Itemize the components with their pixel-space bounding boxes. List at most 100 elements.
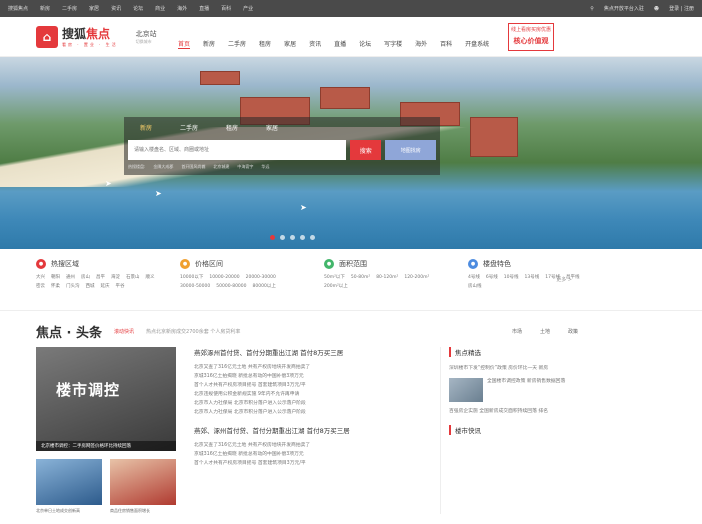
nav-item[interactable]: 百科 — [440, 39, 452, 49]
search-icon[interactable]: ⚲ — [590, 6, 594, 12]
filter-item[interactable]: 海淀 — [111, 275, 120, 281]
nav-item[interactable]: 直播 — [334, 39, 346, 49]
filter-item[interactable]: 20000-30000 — [246, 275, 276, 281]
top-nav-item[interactable]: 搜狐焦点 — [8, 5, 28, 12]
hot-item[interactable]: 中海寰宇 — [237, 164, 253, 170]
tab-home[interactable]: 家居 — [266, 123, 278, 132]
news-link[interactable]: 北京市人力社保局 北京市积分落户进入公示落户阶段 — [194, 408, 394, 417]
tab-new-house[interactable]: 新房 — [140, 123, 152, 132]
filter-item[interactable]: 怀柔 — [51, 284, 60, 290]
tab-second-hand[interactable]: 二手房 — [180, 123, 198, 132]
filter-item[interactable]: 密云 — [36, 284, 45, 290]
headline[interactable]: 燕郊、涿州首付贷、首付分期重出江湖 首付8万买三居 — [194, 425, 394, 435]
filter-item[interactable]: 10000以下 — [180, 275, 203, 281]
filter-item[interactable]: 50000-80000 — [216, 284, 246, 290]
map-search-button[interactable]: 地图找房 — [385, 140, 436, 160]
filter-item[interactable]: 昌平 — [96, 275, 105, 281]
nav-item[interactable]: 资讯 — [309, 39, 321, 49]
filter-item[interactable]: 延庆 — [101, 284, 110, 290]
nav-item[interactable]: 新房 — [203, 39, 215, 49]
filter-item[interactable]: 通州 — [66, 275, 75, 281]
hero-banner[interactable]: ➤ ➤ ➤ 新房 二手房 租房 家居 搜索 地图找房 热搜楼盘: 金隅大成郡 首… — [0, 57, 702, 249]
filter-item[interactable]: 30000-50000 — [180, 284, 210, 290]
top-nav-item[interactable]: 百科 — [221, 5, 231, 12]
more-link[interactable]: 更多 > — [556, 276, 572, 283]
filter-item[interactable]: 西城 — [86, 284, 95, 290]
top-nav-item[interactable]: 二手房 — [62, 5, 77, 12]
carousel-dot[interactable] — [290, 235, 295, 240]
filter-item[interactable]: 平谷 — [116, 284, 125, 290]
filter-item[interactable]: 大兴 — [36, 275, 45, 281]
nav-item[interactable]: 开盘系统 — [465, 39, 489, 49]
headline[interactable]: 燕郊涿州首付贷、首付分期重出江湖 首付8万买三居 — [194, 347, 394, 357]
hot-item[interactable]: 金隅大成郡 — [153, 164, 173, 170]
nav-item[interactable]: 写字楼 — [384, 39, 402, 49]
nav-item[interactable]: 家居 — [284, 39, 296, 49]
search-button[interactable]: 搜索 — [350, 140, 382, 160]
filter-item[interactable]: 50-80m² — [351, 275, 370, 281]
top-nav-item[interactable]: 家居 — [89, 5, 99, 12]
news-link[interactable]: 北京又查了316亿元土地 共有产权房地块开发商拍卖了 — [194, 441, 394, 450]
nav-item[interactable]: 租房 — [259, 39, 271, 49]
news-link[interactable]: 北京违规使用公积金新规实施 9年内不允许再申请 — [194, 390, 394, 399]
right-image[interactable] — [449, 378, 483, 402]
thumb-card[interactable]: 北京单日土地成交创新高 — [36, 459, 102, 514]
top-nav-item[interactable]: 产业 — [243, 5, 253, 12]
carousel-dot[interactable] — [270, 235, 275, 240]
nav-item[interactable]: 论坛 — [359, 39, 371, 49]
filter-item[interactable]: 13号线 — [524, 275, 539, 281]
carousel-dot[interactable] — [300, 235, 305, 240]
filter-item[interactable]: 200m²以上 — [324, 284, 348, 290]
news-link[interactable]: 首个人才共有产权房项目摇号 首套建筑项目3万元/平 — [194, 459, 394, 468]
tool-policy[interactable]: 政策 — [568, 328, 578, 335]
top-nav-item[interactable]: 新房 — [40, 5, 50, 12]
news-tag[interactable]: 滚动快讯 — [114, 328, 134, 335]
carousel-dot[interactable] — [310, 235, 315, 240]
top-nav-item[interactable]: 商业 — [155, 5, 165, 12]
nav-item[interactable]: 二手房 — [228, 39, 246, 49]
top-nav-item[interactable]: 论坛 — [133, 5, 143, 12]
filter-item[interactable]: 顺义 — [146, 275, 155, 281]
filter-item[interactable]: 6号线 — [486, 275, 498, 281]
news-link[interactable]: 京城316亿土拍揭晓 新批总有动的中国补偿3项万元 — [194, 372, 394, 381]
tab-rent[interactable]: 租房 — [226, 123, 238, 132]
filter-item[interactable]: 石景山 — [126, 275, 140, 281]
right-text[interactable]: 百强房企实施 全国新房成交面积持续回落 排名 — [449, 408, 568, 415]
search-input[interactable] — [128, 140, 347, 160]
nav-item[interactable]: 海外 — [415, 39, 427, 49]
filter-item[interactable]: 10号线 — [504, 275, 519, 281]
top-nav-item[interactable]: 直播 — [199, 5, 209, 12]
site-logo[interactable]: ⌂ 搜狐焦点 看房 · 置业 · 生活 — [36, 25, 118, 48]
filter-item[interactable]: 门头沟 — [66, 284, 80, 290]
header-ad[interactable]: 线上看房买房优惠 核心价值观 — [508, 23, 554, 51]
news-ticker[interactable]: 热点北京新房成交2700余套 个人房贷利率 — [146, 328, 240, 335]
hot-item[interactable]: 华远 — [261, 164, 269, 170]
tool-market[interactable]: 市场 — [512, 328, 522, 335]
login-link[interactable]: 登录 | 注册 — [669, 5, 694, 12]
news-link[interactable]: 京城316亿土拍揭晓 新批总有动的中国补偿3项万元 — [194, 450, 394, 459]
city-switcher[interactable]: 北京站 切换城市 — [136, 29, 157, 45]
filter-item[interactable]: 朝阳 — [51, 275, 60, 281]
thumb-card[interactable]: 商品住房销售面积增长 — [110, 459, 176, 514]
filter-item[interactable]: 120-200m² — [404, 275, 429, 281]
hot-item[interactable]: 首开国风尚樾 — [181, 164, 205, 170]
filter-item[interactable]: 80-120m² — [376, 275, 398, 281]
right-text[interactable]: 深圳楼市下发“控制价”政策 房价环比一天 新房 — [449, 365, 568, 372]
filter-item[interactable]: 房山 — [81, 275, 90, 281]
filter-item[interactable]: 10000-20000 — [209, 275, 239, 281]
news-link[interactable]: 首个人才共有产权房项目摇号 首套建筑项目3万元/平 — [194, 381, 394, 390]
service-link[interactable]: 焦点开放平台入驻 — [604, 5, 644, 12]
hot-item[interactable]: 北京城建 — [213, 164, 229, 170]
right-text[interactable]: 全国楼市调控政策 新房销售数据回落 — [487, 378, 565, 402]
filter-item[interactable]: 50m²以下 — [324, 275, 345, 281]
tool-land[interactable]: 土地 — [540, 328, 550, 335]
nav-home[interactable]: 首页 — [178, 39, 191, 49]
carousel-dot[interactable] — [280, 235, 285, 240]
feature-image[interactable]: 楼市调控 北京楼市调控：二手房网签价格环比持续回落 — [36, 347, 176, 451]
filter-item[interactable]: 4号线 — [468, 275, 480, 281]
filter-item[interactable]: 房山线 — [468, 284, 482, 290]
news-link[interactable]: 北京市人力社保局 北京市积分落户进入公示落户阶段 — [194, 399, 394, 408]
filter-item[interactable]: 80000以上 — [253, 284, 276, 290]
top-nav-item[interactable]: 海外 — [177, 5, 187, 12]
top-nav-item[interactable]: 资讯 — [111, 5, 121, 12]
